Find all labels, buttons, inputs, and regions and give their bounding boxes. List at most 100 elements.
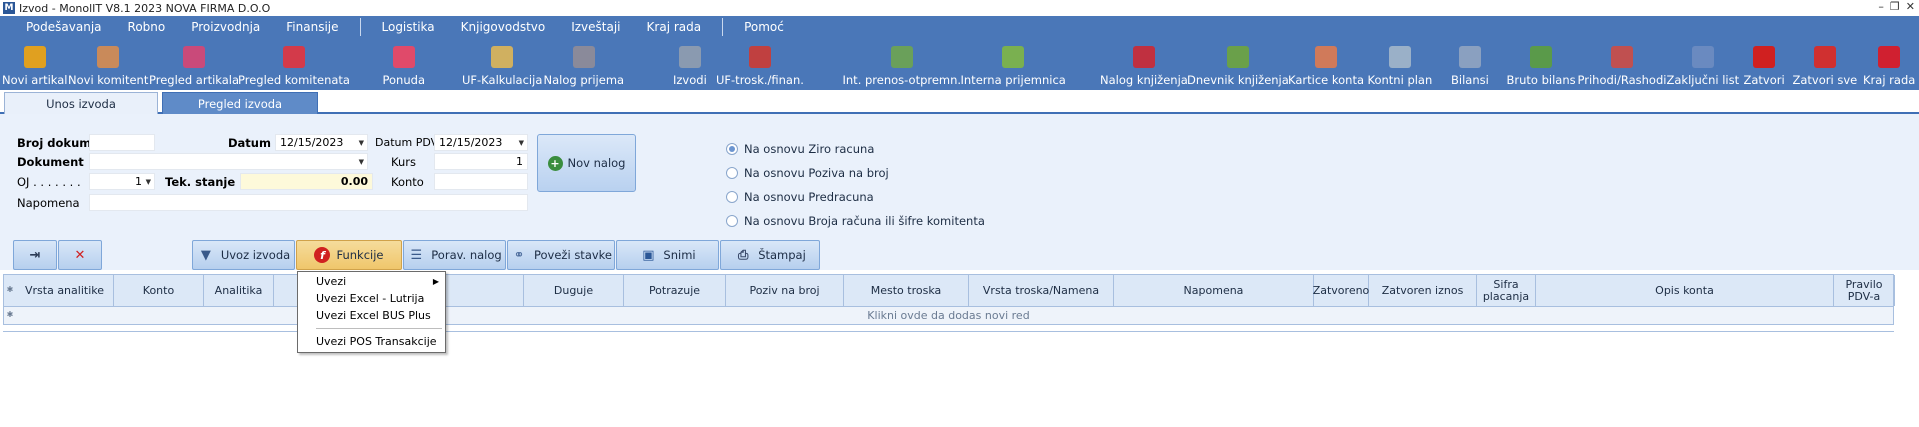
radio-predracun[interactable]: Na osnovu Predracuna bbox=[726, 190, 874, 204]
new-row[interactable]: ✱ Klikni ovde da dodas novi red bbox=[3, 307, 1894, 325]
radio-button[interactable] bbox=[726, 215, 738, 227]
column-header[interactable]: Poziv na broj bbox=[726, 275, 844, 306]
toolbar-button-balances[interactable]: Bilansi bbox=[1451, 38, 1489, 90]
datum-input[interactable]: 12/15/2023 ▼ bbox=[275, 134, 368, 151]
toolbar-button-close-all[interactable]: Zatvori sve bbox=[1793, 38, 1857, 90]
toolbar-button-receipt-order[interactable]: Nalog prijema bbox=[544, 38, 624, 90]
toolbar-button-articles[interactable]: Pregled artikala bbox=[149, 38, 239, 90]
napomena-label: Napomena bbox=[17, 196, 80, 210]
radio-button[interactable] bbox=[726, 143, 738, 155]
toolbar-label: UF-trosk./finan. bbox=[716, 73, 804, 87]
chevron-down-icon[interactable]: ▼ bbox=[359, 158, 364, 166]
chevron-down-icon[interactable]: ▼ bbox=[359, 139, 364, 147]
column-header[interactable]: Potrazuje bbox=[624, 275, 726, 306]
menu-item-uvezi-excel-bus-plus[interactable]: Uvezi Excel BUS Plus bbox=[316, 309, 431, 322]
column-header[interactable]: Vrsta troska/Namena bbox=[969, 275, 1114, 306]
column-header[interactable]: Sifra placanja bbox=[1477, 275, 1536, 306]
toolbar-label: Novi komitent bbox=[68, 73, 149, 87]
funkcije-label: Funkcije bbox=[336, 248, 384, 262]
column-header[interactable]: Napomena bbox=[1114, 275, 1314, 306]
menu-kraj-rada[interactable]: Kraj rada bbox=[634, 20, 715, 34]
menu-proizvodnja[interactable]: Proizvodnja bbox=[178, 20, 273, 34]
dokument-select[interactable]: ▼ bbox=[89, 153, 368, 170]
uvoz-izvoda-button[interactable]: ▼ Uvoz izvoda bbox=[192, 240, 295, 270]
toolbar-label: Novi artikal bbox=[2, 73, 68, 87]
funkcije-button[interactable]: f Funkcije bbox=[296, 240, 402, 270]
down-arrow-icon: ▼ bbox=[200, 247, 211, 263]
tek-stanje-value: 0.00 bbox=[240, 173, 373, 190]
toolbar-button-closing-sheet[interactable]: Zaključni list bbox=[1667, 38, 1739, 90]
nov-nalog-button[interactable]: + Nov nalog bbox=[537, 134, 636, 192]
internal-receipt-icon bbox=[1002, 46, 1025, 68]
menu-podesavanja[interactable]: Podešavanja bbox=[0, 20, 115, 34]
toolbar-button-gross-balance[interactable]: Bruto bilans bbox=[1507, 38, 1576, 90]
chevron-down-icon[interactable]: ▼ bbox=[146, 178, 151, 186]
radio-broj-racuna[interactable]: Na osnovu Broja računa ili šifre komiten… bbox=[726, 214, 985, 228]
menu-logistika[interactable]: Logistika bbox=[369, 20, 448, 34]
toolbar-button-new-client[interactable]: Novi komitent bbox=[68, 38, 148, 90]
radio-poziv-na-broj[interactable]: Na osnovu Poziva na broj bbox=[726, 166, 889, 180]
header-indicator: ✱ bbox=[6, 285, 14, 294]
column-header[interactable]: Mesto troska bbox=[844, 275, 969, 306]
porav-nalog-button[interactable]: ☰ Porav. nalog bbox=[403, 240, 506, 270]
menu-izvestaji[interactable]: Izveštaji bbox=[558, 20, 633, 34]
toolbar-button-new-article[interactable]: Novi artikal bbox=[2, 38, 67, 90]
toolbar-button-costs[interactable]: UF-trosk./finan. bbox=[716, 38, 804, 90]
datum-pdv-input[interactable]: 12/15/2023 ▼ bbox=[434, 134, 528, 151]
broj-dokum-input[interactable] bbox=[89, 134, 155, 151]
menu-knjigovodstvo[interactable]: Knjigovodstvo bbox=[448, 20, 559, 34]
column-header[interactable]: Analitika bbox=[204, 275, 274, 306]
toolbar-button-internal-receipt[interactable]: Interna prijemnica bbox=[961, 38, 1066, 90]
toolbar-button-calculation[interactable]: UF-Kalkulacija bbox=[462, 38, 542, 90]
chevron-down-icon[interactable]: ▼ bbox=[519, 139, 524, 147]
toolbar-button-transfer[interactable]: Int. prenos-otpremn. bbox=[843, 38, 961, 90]
articles-icon bbox=[183, 46, 206, 68]
menu-pomoc[interactable]: Pomoć bbox=[731, 20, 797, 34]
kurs-label: Kurs bbox=[391, 155, 416, 169]
close-window-icon[interactable]: ✕ bbox=[1906, 0, 1915, 13]
column-header[interactable]: Vrsta analitike bbox=[16, 275, 114, 306]
radio-button[interactable] bbox=[726, 167, 738, 179]
toolbar-button-clients[interactable]: Pregled komitenata bbox=[238, 38, 350, 90]
napomena-input[interactable] bbox=[89, 194, 528, 211]
radio-button[interactable] bbox=[726, 191, 738, 203]
toolbar-label: Dnevnik knjiženja bbox=[1187, 73, 1289, 87]
indent-button[interactable]: ⇥ bbox=[13, 240, 57, 270]
toolbar-button-statements[interactable]: Izvodi bbox=[673, 38, 707, 90]
tab-pregled-izvoda[interactable]: Pregled izvoda bbox=[162, 92, 318, 114]
column-header[interactable]: Pravilo PDV-a bbox=[1834, 275, 1895, 306]
column-header[interactable]: Duguje bbox=[524, 275, 624, 306]
snimi-button[interactable]: ▣ Snimi bbox=[616, 240, 719, 270]
restore-icon[interactable]: ❐ bbox=[1890, 0, 1900, 13]
toolbar-button-journal[interactable]: Dnevnik knjiženja bbox=[1187, 38, 1289, 90]
column-header[interactable]: Zatvoreno bbox=[1313, 275, 1369, 306]
stampaj-button[interactable]: ⎙ Štampaj bbox=[720, 240, 820, 270]
grid-header: ✱ Vrsta analitike Konto Analitika Duguje Pot… bbox=[3, 274, 1895, 307]
app-logo-icon: M bbox=[3, 2, 15, 14]
menu-item-uvezi[interactable]: Uvezi bbox=[316, 275, 346, 288]
kurs-input[interactable]: 1 bbox=[434, 153, 528, 170]
toolbar-button-chart-of-accounts[interactable]: Kontni plan bbox=[1368, 38, 1432, 90]
toolbar-button-offer[interactable]: Ponuda bbox=[383, 38, 425, 90]
radio-ziro-racun[interactable]: Na osnovu Ziro racuna bbox=[726, 142, 874, 156]
tab-unos-izvoda[interactable]: Unos izvoda bbox=[4, 92, 158, 114]
menu-item-uvezi-pos-transakcije[interactable]: Uvezi POS Transakcije bbox=[316, 335, 437, 348]
toolbar-button-power[interactable]: Kraj rada bbox=[1863, 38, 1915, 90]
toolbar-button-income-expense[interactable]: Prihodi/Rashodi bbox=[1578, 38, 1666, 90]
toolbar-button-posting-order[interactable]: Nalog knjiženja bbox=[1100, 38, 1188, 90]
delete-button[interactable]: ✕ bbox=[58, 240, 102, 270]
column-header[interactable]: Opis konta bbox=[1536, 275, 1834, 306]
toolbar-button-account-cards[interactable]: Kartice konta bbox=[1288, 38, 1364, 90]
menu-item-uvezi-excel-lutrija[interactable]: Uvezi Excel - Lutrija bbox=[316, 292, 424, 305]
funkcije-dropdown: Uvezi ▶ Uvezi Excel - Lutrija Uvezi Exce… bbox=[297, 271, 446, 353]
oj-select[interactable]: 1 ▼ bbox=[89, 173, 155, 190]
konto-input[interactable] bbox=[434, 173, 528, 190]
column-header[interactable]: Konto bbox=[114, 275, 204, 306]
toolbar: Novi artikal Novi komitent Pregled artikal… bbox=[0, 38, 1919, 90]
menu-robno[interactable]: Robno bbox=[115, 20, 179, 34]
menu-finansije[interactable]: Finansije bbox=[273, 20, 351, 34]
toolbar-button-close-x[interactable]: Zatvori bbox=[1744, 38, 1785, 90]
povezi-stavke-button[interactable]: ⚭ Poveži stavke bbox=[507, 240, 615, 270]
minimize-icon[interactable]: – bbox=[1878, 0, 1884, 13]
column-header[interactable]: Zatvoren iznos bbox=[1369, 275, 1477, 306]
